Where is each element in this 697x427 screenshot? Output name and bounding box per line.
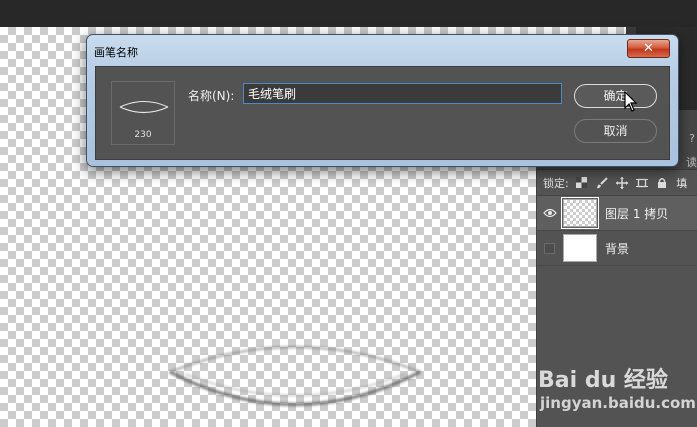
checker-lock-icon[interactable] (575, 176, 589, 190)
panel-tab-fragment[interactable]: 读 (686, 154, 697, 170)
layer-row[interactable]: 图层 1 拷贝 (537, 196, 697, 231)
mouse-cursor-icon (624, 91, 638, 112)
ok-button[interactable]: 确定 (574, 84, 657, 108)
visibility-toggle[interactable] (544, 242, 555, 254)
baidu-jingyan-watermark: Bai du 经验 jingyan.baidu.com (536, 350, 697, 427)
watermark-url: jingyan.baidu.com (540, 394, 696, 412)
layer-thumbnail (561, 197, 599, 229)
watermark-logo: Bai du 经验 (538, 368, 668, 393)
layer-name: 背景 (605, 241, 630, 256)
dialog-body: 230 名称(N): 确定 取消 (95, 66, 670, 160)
brush-lock-icon[interactable] (595, 176, 609, 190)
brush-tip-icon (119, 101, 169, 114)
brush-name-dialog: 画笔名称 ✕ 230 名称(N): 确定 取消 (86, 34, 679, 167)
brush-name-input[interactable] (243, 83, 562, 104)
brush-preview: 230 (111, 81, 175, 145)
layer-name: 图层 1 拷贝 (605, 206, 669, 221)
close-button[interactable]: ✕ (627, 39, 670, 58)
cancel-button[interactable]: 取消 (574, 119, 657, 143)
lock-row: 锁定: 填 (537, 170, 697, 196)
fill-label-fragment: 填 (676, 176, 688, 190)
name-field-label: 名称(N): (188, 89, 235, 103)
lock-label: 锁定: (543, 176, 569, 190)
artboard-lock-icon[interactable] (635, 176, 649, 190)
layer-row[interactable]: 背景 (537, 231, 697, 266)
padlock-icon[interactable] (655, 176, 669, 190)
brush-stroke-shape (169, 346, 421, 406)
eye-icon[interactable] (537, 196, 563, 231)
application-top-bar (0, 0, 697, 27)
panel-menu-icon[interactable]: ? (689, 132, 695, 145)
brush-size-label: 230 (134, 130, 152, 140)
layer-thumbnail (563, 234, 597, 262)
dialog-title: 画笔名称 (94, 46, 138, 59)
move-lock-icon[interactable] (615, 176, 629, 190)
